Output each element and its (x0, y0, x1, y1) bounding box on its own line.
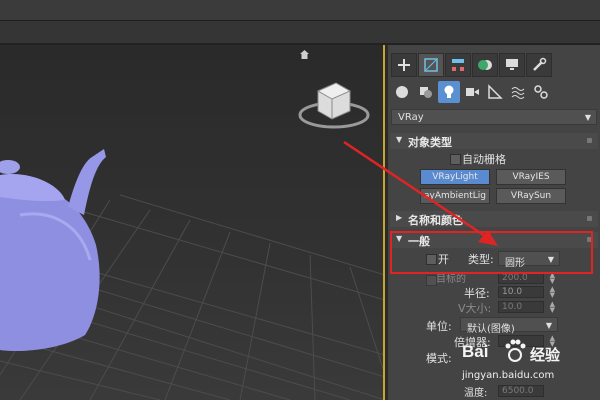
wrench-icon (533, 57, 547, 71)
object-type-rollout-header[interactable]: ▼ 对象类型 (390, 133, 598, 149)
auto-grid-checkbox[interactable] (450, 154, 461, 165)
cameras-tab[interactable] (461, 81, 483, 103)
target-distance-value: 200.0 (502, 273, 528, 283)
chevron-down-icon: ▼ (545, 321, 552, 330)
sphere-icon (396, 86, 408, 98)
category-dropdown[interactable]: VRay ▼ (391, 109, 597, 125)
lights-tab[interactable] (438, 81, 460, 103)
bulb-icon (444, 85, 454, 98)
helpers-tab[interactable] (484, 81, 506, 103)
shapes-icon (420, 87, 432, 98)
vraysun-button[interactable]: VRaySun (496, 188, 566, 204)
unit-value: 默认(图像) (467, 324, 515, 335)
expand-triangle-icon: ▶ (396, 213, 403, 222)
watermark-url: jingyan.baidu.com (462, 370, 555, 381)
collapse-triangle-icon: ▼ (396, 135, 403, 144)
tab-modify[interactable] (418, 53, 444, 77)
vrayies-button[interactable]: VRayIES (496, 169, 566, 185)
vraylight-button[interactable]: VRayLight (420, 169, 490, 185)
vsize-value: 10.0 (502, 302, 523, 312)
paw-logo-icon (505, 339, 526, 362)
ruler-icon (488, 84, 503, 99)
teapot[interactable] (0, 149, 106, 352)
vsize-label: V大小: (458, 302, 492, 315)
radius-value: 10.0 (502, 287, 523, 297)
create-category-tabs (388, 81, 600, 105)
spinner-arrows-icon: ▲ ▼ (549, 285, 555, 299)
object-type-title: 对象类型 (408, 136, 452, 149)
vrayambientlight-button[interactable]: ayAmbientLig (420, 188, 490, 204)
rollout-handle-icon (587, 138, 592, 143)
spinner-arrows-icon: ▲ ▼ (549, 300, 555, 314)
temperature-spinner[interactable]: 6500.0 (498, 385, 544, 397)
home-icon[interactable] (300, 49, 309, 59)
menu-bar (0, 21, 600, 43)
title-bar (0, 0, 600, 20)
command-panel-tabs (388, 53, 600, 79)
auto-grid-label: 自动栅格 (462, 153, 506, 166)
vsize-spinner[interactable]: 10.0 ▲ ▼ (498, 301, 555, 314)
geometry-tab[interactable] (391, 81, 413, 103)
temperature-value: 6500.0 (502, 386, 534, 396)
unit-dropdown[interactable]: 默认(图像) ▼ (460, 317, 558, 335)
camera-icon (466, 88, 479, 96)
tab-hierarchy[interactable] (445, 53, 471, 77)
unit-label: 单位: (426, 320, 452, 333)
tab-create[interactable] (391, 53, 417, 77)
watermark-brand-cn: 经验 (530, 346, 561, 364)
waves-icon (511, 87, 525, 99)
viewport-active-border (383, 45, 385, 400)
temperature-label: 温度: (464, 388, 488, 399)
motion-icon (478, 60, 492, 70)
systems-icon (534, 85, 548, 99)
highlight-box (390, 231, 593, 274)
chevron-down-icon: ▼ (584, 113, 591, 122)
viewcube[interactable] (298, 73, 370, 131)
monitor-icon (506, 59, 518, 70)
modify-icon (424, 58, 438, 72)
systems-tab[interactable] (530, 81, 552, 103)
watermark-brand: Bai (462, 342, 489, 361)
rollout-handle-icon (587, 216, 592, 221)
mode-label: 模式: (426, 352, 452, 365)
tab-display[interactable] (499, 53, 525, 77)
baidu-watermark: Bai 经验 jingyan.baidu.com (462, 336, 582, 386)
name-color-rollout-header[interactable]: ▶ 名称和颜色 (390, 211, 598, 227)
shapes-tab[interactable] (415, 81, 437, 103)
radius-spinner[interactable]: 10.0 ▲ ▼ (498, 286, 555, 299)
tab-utilities[interactable] (526, 53, 552, 77)
spacewarps-tab[interactable] (507, 81, 529, 103)
category-dropdown-value: VRay (398, 112, 424, 123)
perspective-viewport[interactable] (0, 45, 385, 400)
plus-icon (398, 59, 410, 71)
radius-label: 半径: (464, 287, 490, 300)
name-color-title: 名称和颜色 (408, 214, 463, 227)
tab-motion[interactable] (472, 53, 498, 77)
hierarchy-icon (452, 59, 464, 71)
